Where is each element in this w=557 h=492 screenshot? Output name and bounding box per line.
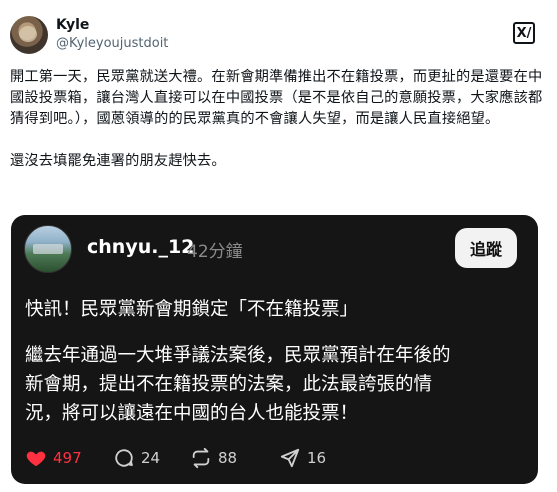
author-name[interactable]: Kyle bbox=[56, 17, 89, 33]
card-author-name: chnyu._12 bbox=[87, 236, 195, 258]
repost-icon bbox=[192, 447, 210, 469]
send-icon bbox=[280, 448, 300, 468]
card-post-time: 42分鐘 bbox=[187, 242, 243, 262]
repost-count: 88 bbox=[218, 449, 238, 467]
author-handle[interactable]: @Kyleyoujustdoit bbox=[56, 36, 168, 51]
reply-icon bbox=[115, 449, 133, 467]
post-header: Kyle @Kyleyoujustdoit X/ bbox=[10, 14, 547, 56]
share-count: 16 bbox=[307, 449, 327, 467]
like-count: 497 bbox=[53, 449, 82, 467]
share-action: 16 bbox=[279, 445, 326, 471]
card-body-text: 繼去年通過一大堆爭議法案後，民眾黨預計在年後的 新會期，提出不在籍投票的法案，此… bbox=[25, 345, 451, 424]
reply-action: 24 bbox=[113, 445, 160, 471]
x-logo-icon[interactable]: X/ bbox=[513, 22, 535, 44]
author-avatar[interactable] bbox=[10, 16, 48, 54]
embedded-screenshot-card: chnyu._12 42分鐘 追蹤 快訊！民眾黨新會期鎖定「不在籍投票」 繼去年… bbox=[11, 215, 538, 484]
repost-action: 88 bbox=[190, 445, 237, 471]
follow-button: 追蹤 bbox=[455, 228, 517, 268]
card-headline: 快訊！民眾黨新會期鎖定「不在籍投票」 bbox=[25, 299, 359, 320]
reply-count: 24 bbox=[141, 449, 161, 467]
heart-icon bbox=[26, 451, 46, 467]
like-action: 497 bbox=[25, 445, 82, 471]
post-text: 開工第一天，民眾黨就送大禮。在新會期準備推出不在籍投票，而更扯的是還要在中國設投… bbox=[10, 69, 543, 169]
card-author-avatar bbox=[24, 225, 72, 273]
